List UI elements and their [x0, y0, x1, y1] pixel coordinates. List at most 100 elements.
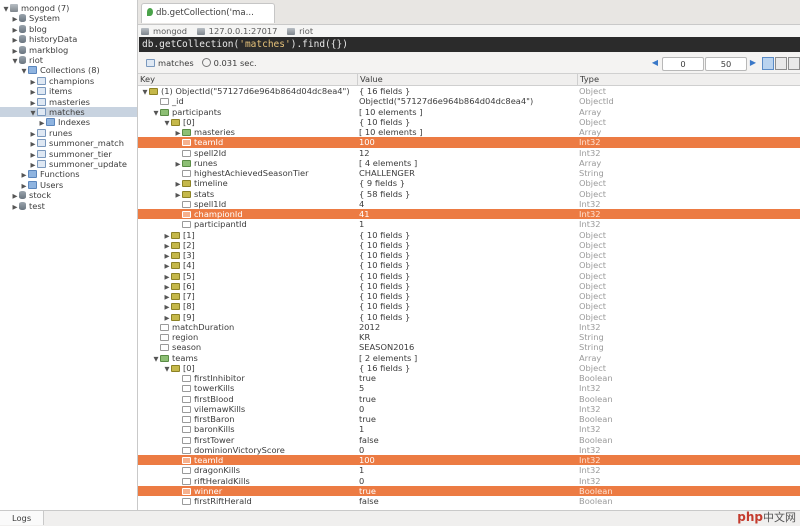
value-cell: [ 10 elements ]	[359, 127, 423, 137]
key-text: [5]	[183, 270, 195, 281]
logs-tab[interactable]: Logs	[0, 511, 44, 525]
result-row[interactable]: ▶ runes[ 4 elements ] Array	[138, 158, 800, 168]
sidebar-item[interactable]: ▶ System	[0, 13, 137, 23]
type-cell: Int32	[579, 198, 601, 209]
type-cell: Object	[579, 362, 607, 373]
result-row[interactable]: spell1Id 4 Int32	[138, 199, 800, 209]
result-row[interactable]: ▶ [9]{ 10 fields } Object	[138, 312, 800, 322]
type-cell: Object	[579, 301, 607, 312]
connection-info: mongod 127.0.0.1:27017 riot	[138, 25, 800, 37]
query-editor[interactable]: db.getCollection('matches').find({})	[139, 37, 800, 52]
key-text: [6]	[183, 280, 195, 291]
sidebar-item[interactable]: ▼ Collections (8)	[0, 65, 137, 75]
result-row[interactable]: participantId 1 Int32	[138, 219, 800, 229]
result-row[interactable]: ▼ teams[ 2 elements ] Array	[138, 353, 800, 363]
sidebar-item[interactable]: ▶ blog	[0, 24, 137, 34]
result-row[interactable]: teamId 100 Int32	[138, 137, 800, 148]
type-cell: Array	[579, 352, 602, 363]
result-row[interactable]: _id ObjectId("57127d6e964b864d04dc8ea4") O…	[138, 96, 800, 106]
leaf-type-icon	[182, 139, 191, 147]
result-row[interactable]: spell2Id 12 Int32	[138, 148, 800, 158]
query-tab[interactable]: db.getCollection('ma...	[141, 3, 275, 23]
leaf-type-icon	[182, 436, 191, 444]
result-row[interactable]: baronKills 1 Int32	[138, 424, 800, 434]
result-row[interactable]: ▶ [2]{ 10 fields } Object	[138, 240, 800, 250]
result-row[interactable]: ▶ [1]{ 10 fields } Object	[138, 230, 800, 240]
sidebar-item[interactable]: ▶ runes	[0, 128, 137, 138]
sidebar-item[interactable]: ▶ summoner_match	[0, 138, 137, 148]
column-value-header[interactable]: Value	[357, 74, 578, 85]
sidebar-item-label: stock	[29, 190, 52, 201]
sidebar-item[interactable]: ▶ items	[0, 86, 137, 96]
result-row[interactable]: highestAchievedSeasonTier CHALLENGER Strin…	[138, 168, 800, 178]
sidebar-item[interactable]: ▶ markblog	[0, 45, 137, 55]
result-row[interactable]: ▶ masteries[ 10 elements ] Array	[138, 127, 800, 137]
result-row[interactable]: ▶ [4]{ 10 fields } Object	[138, 260, 800, 270]
result-row[interactable]: matchDuration 2012 Int32	[138, 322, 800, 332]
result-row[interactable]: ▶ [8]{ 10 fields } Object	[138, 301, 800, 311]
result-row[interactable]: championId 41 Int32	[138, 209, 800, 220]
result-row[interactable]: ▶ [3]{ 10 fields } Object	[138, 250, 800, 260]
value-cell: CHALLENGER	[359, 168, 415, 178]
sidebar-item[interactable]: ▶ test	[0, 201, 137, 211]
sidebar-item[interactable]: ▼ riot	[0, 55, 137, 65]
type-cell: Array	[579, 106, 602, 117]
result-row[interactable]: ▶ [7]{ 10 fields } Object	[138, 291, 800, 301]
result-row[interactable]: ▼ participants[ 10 elements ] Array	[138, 107, 800, 117]
sidebar-item[interactable]: ▶ Indexes	[0, 117, 137, 127]
type-cell: Object	[579, 178, 607, 189]
result-row[interactable]: ▶ [6]{ 10 fields } Object	[138, 281, 800, 291]
result-row[interactable]: firstBlood true Boolean	[138, 394, 800, 404]
result-row[interactable]: winner true Boolean	[138, 485, 800, 496]
result-row[interactable]: dragonKills 1 Int32	[138, 465, 800, 475]
value-cell: false	[359, 496, 379, 506]
sidebar-item[interactable]: ▶ Functions	[0, 169, 137, 179]
tree-view-button[interactable]	[762, 57, 774, 70]
table-view-button[interactable]	[775, 57, 787, 70]
result-row[interactable]: riftHeraldKills 0 Int32	[138, 476, 800, 486]
sidebar-item[interactable]: ▶ stock	[0, 190, 137, 200]
result-row[interactable]: firstTower false Boolean	[138, 435, 800, 445]
result-row[interactable]: ▼ (1) ObjectId("57127d6e964b864d04dc8ea4"…	[138, 86, 800, 96]
result-row[interactable]: ▶ stats{ 58 fields } Object	[138, 189, 800, 199]
result-row[interactable]: vilemawKills 0 Int32	[138, 404, 800, 414]
collection-tree[interactable]: ▼ mongod (7) ▶ System ▶ blog ▶ historyData ▶ mark…	[0, 0, 138, 510]
page-from-input[interactable]: 0	[662, 57, 704, 71]
result-row[interactable]: dominionVictoryScore 0 Int32	[138, 445, 800, 455]
sidebar-item[interactable]: ▼ matches	[0, 107, 137, 118]
sidebar-item[interactable]: ▶ summoner_tier	[0, 149, 137, 159]
result-row[interactable]: teamId 100 Int32	[138, 455, 800, 466]
result-row[interactable]: ▼ [0]{ 16 fields } Object	[138, 363, 800, 373]
value-cell: { 10 fields }	[359, 311, 411, 322]
sidebar-item[interactable]: ▶ Users	[0, 180, 137, 190]
result-row[interactable]: ▶ timeline{ 9 fields } Object	[138, 178, 800, 188]
text-view-button[interactable]	[788, 57, 800, 70]
result-row[interactable]: firstRiftHerald false Boolean	[138, 496, 800, 506]
leaf-type-icon	[160, 98, 169, 106]
column-type-header[interactable]: Type	[577, 74, 800, 85]
key-text: baronKills	[194, 424, 235, 435]
column-key-header[interactable]: Key	[138, 74, 358, 85]
expand-arrow-icon[interactable]: ▶	[11, 202, 19, 212]
result-row[interactable]: firstBaron true Boolean	[138, 414, 800, 424]
object-type-icon	[171, 272, 180, 280]
result-row[interactable]: ▼ [0]{ 10 fields } Object	[138, 117, 800, 127]
next-page-button[interactable]: ▶	[748, 57, 758, 69]
key-text: firstInhibitor	[194, 373, 245, 383]
result-row[interactable]: firstInhibitor true Boolean	[138, 373, 800, 383]
sidebar-item[interactable]: ▶ summoner_update	[0, 159, 137, 169]
sidebar-item[interactable]: ▶ historyData	[0, 34, 137, 44]
result-row[interactable]: season SEASON2016 String	[138, 342, 800, 352]
result-row[interactable]: towerKills 5 Int32	[138, 383, 800, 393]
page-size-input[interactable]: 50	[705, 57, 747, 71]
object-type-icon	[171, 364, 180, 372]
results-tree-table[interactable]: Key Value Type ▼ (1) ObjectId("57127d6e96…	[138, 74, 800, 510]
prev-page-button[interactable]: ◀	[650, 57, 660, 69]
sidebar-item[interactable]: ▼ mongod (7)	[0, 3, 137, 13]
sidebar-item[interactable]: ▶ champions	[0, 76, 137, 86]
value-cell: 0	[359, 475, 365, 486]
result-row[interactable]: ▶ [5]{ 10 fields } Object	[138, 271, 800, 281]
value-cell: 41	[359, 209, 370, 219]
result-row[interactable]: region KR String	[138, 332, 800, 342]
sidebar-item[interactable]: ▶ masteries	[0, 97, 137, 107]
